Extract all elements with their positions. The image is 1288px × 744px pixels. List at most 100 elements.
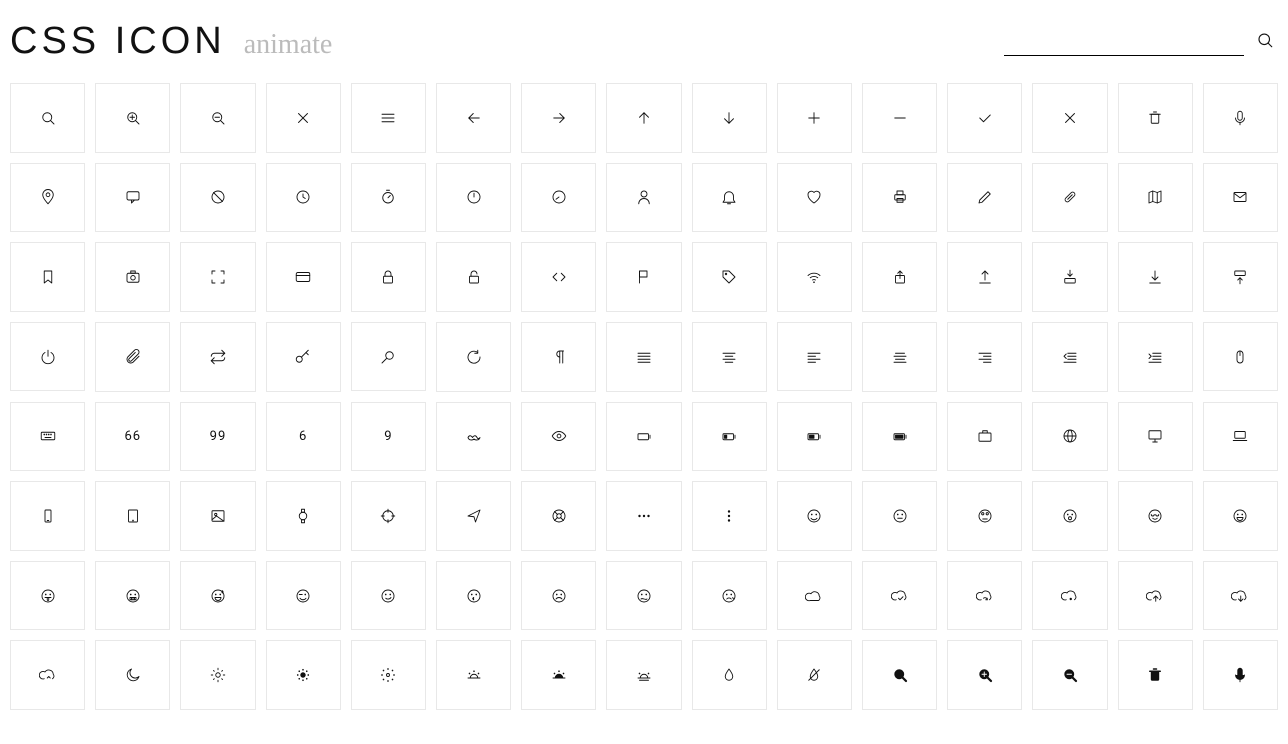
icon-cell-sun-icon[interactable] xyxy=(180,640,255,710)
icon-cell-battery-empty-icon[interactable] xyxy=(606,402,681,472)
icon-cell-power-icon[interactable] xyxy=(10,322,85,392)
icon-cell-navigation-icon[interactable] xyxy=(436,481,511,551)
icon-cell-zoom-out-filled-icon[interactable] xyxy=(1032,640,1107,710)
icon-cell-download-in-icon[interactable] xyxy=(1032,242,1107,312)
icon-cell-sun-dim-icon[interactable] xyxy=(266,640,341,710)
icon-cell-sun-bright-icon[interactable] xyxy=(351,640,426,710)
icon-cell-dashboard-icon[interactable] xyxy=(521,163,596,233)
icon-cell-mic-icon[interactable] xyxy=(1203,83,1278,153)
icon-cell-indent-right-icon[interactable] xyxy=(1118,322,1193,392)
icon-cell-zoom-in-icon[interactable] xyxy=(95,83,170,153)
icon-cell-mic-filled-icon[interactable] xyxy=(1203,640,1278,710)
icon-cell-trash-icon[interactable] xyxy=(1118,83,1193,153)
icon-cell-dots-horizontal-icon[interactable] xyxy=(606,481,681,551)
search-input[interactable] xyxy=(1004,27,1244,56)
icon-cell-monitor-icon[interactable] xyxy=(1118,402,1193,472)
icon-cell-grin-icon[interactable] xyxy=(1203,481,1278,551)
icon-cell-frown-icon[interactable] xyxy=(521,561,596,631)
icon-cell-bookmark-icon[interactable] xyxy=(10,242,85,312)
icon-cell-download-icon[interactable] xyxy=(1118,242,1193,312)
icon-cell-kiss-icon[interactable] xyxy=(436,561,511,631)
icon-cell-sad-icon[interactable] xyxy=(692,561,767,631)
search-button[interactable] xyxy=(1252,27,1278,56)
icon-cell-ninety-nine-icon[interactable]: 99 xyxy=(180,402,255,472)
icon-cell-tablet-icon[interactable] xyxy=(95,481,170,551)
icon-cell-minus-icon[interactable] xyxy=(862,83,937,153)
icon-cell-fullscreen-icon[interactable] xyxy=(180,242,255,312)
icon-cell-indent-left-icon[interactable] xyxy=(1032,322,1107,392)
icon-cell-printer-icon[interactable] xyxy=(862,163,937,233)
icon-cell-battery-half-icon[interactable] xyxy=(777,402,852,472)
icon-cell-briefcase-icon[interactable] xyxy=(947,402,1022,472)
icon-cell-align-center-alt-icon[interactable] xyxy=(862,322,937,392)
icon-cell-laptop-icon[interactable] xyxy=(1203,402,1278,472)
icon-cell-zoom-in-filled-icon[interactable] xyxy=(947,640,1022,710)
icon-cell-repeat-icon[interactable] xyxy=(180,322,255,392)
icon-cell-align-center-icon[interactable] xyxy=(692,322,767,392)
icon-cell-key-icon[interactable] xyxy=(266,322,341,392)
icon-cell-phone-icon[interactable] xyxy=(10,481,85,551)
icon-cell-no-droplet-icon[interactable] xyxy=(777,640,852,710)
icon-cell-refresh-icon[interactable] xyxy=(436,322,511,392)
icon-cell-bell-icon[interactable] xyxy=(692,163,767,233)
icon-cell-pencil-icon[interactable] xyxy=(947,163,1022,233)
icon-cell-tag-icon[interactable] xyxy=(692,242,767,312)
icon-cell-watch-icon[interactable] xyxy=(266,481,341,551)
icon-cell-keyboard-icon[interactable] xyxy=(10,402,85,472)
icon-cell-align-justify-icon[interactable] xyxy=(606,322,681,392)
icon-cell-six-icon[interactable]: 6 xyxy=(266,402,341,472)
icon-cell-zoom-out-icon[interactable] xyxy=(180,83,255,153)
icon-cell-timer-icon[interactable] xyxy=(436,163,511,233)
icon-cell-cloud-upload-icon[interactable] xyxy=(1118,561,1193,631)
icon-cell-user-icon[interactable] xyxy=(606,163,681,233)
icon-cell-unlock-icon[interactable] xyxy=(436,242,511,312)
icon-cell-upload-icon[interactable] xyxy=(947,242,1022,312)
icon-cell-battery-full-icon[interactable] xyxy=(862,402,937,472)
icon-cell-cloud-icon[interactable] xyxy=(777,561,852,631)
icon-cell-sunrise-icon[interactable] xyxy=(436,640,511,710)
icon-cell-trash-filled-icon[interactable] xyxy=(1118,640,1193,710)
icon-cell-arrow-right-icon[interactable] xyxy=(521,83,596,153)
icon-cell-cloud-up-icon[interactable] xyxy=(10,640,85,710)
icon-cell-share-icon[interactable] xyxy=(862,242,937,312)
icon-cell-search-filled-icon[interactable] xyxy=(862,640,937,710)
icon-cell-comment-icon[interactable] xyxy=(95,163,170,233)
icon-cell-surprised-icon[interactable] xyxy=(1032,481,1107,551)
icon-cell-align-right-icon[interactable] xyxy=(947,322,1022,392)
icon-cell-map-icon[interactable] xyxy=(1118,163,1193,233)
icon-cell-lifebuoy-icon[interactable] xyxy=(521,481,596,551)
icon-cell-magnifier-icon[interactable] xyxy=(351,322,426,392)
icon-cell-cloud-dot-icon[interactable] xyxy=(1032,561,1107,631)
icon-cell-confused-icon[interactable] xyxy=(606,561,681,631)
icon-cell-code-icon[interactable] xyxy=(521,242,596,312)
icon-cell-cloud-check-icon[interactable] xyxy=(862,561,937,631)
icon-cell-grimace-icon[interactable] xyxy=(95,561,170,631)
icon-cell-open-up-icon[interactable] xyxy=(1203,242,1278,312)
icon-cell-sixty-six-icon[interactable]: 66 xyxy=(95,402,170,472)
icon-cell-menu-icon[interactable] xyxy=(351,83,426,153)
icon-cell-mail-icon[interactable] xyxy=(1203,163,1278,233)
icon-cell-battery-low-icon[interactable] xyxy=(692,402,767,472)
icon-cell-wink-icon[interactable] xyxy=(266,561,341,631)
icon-cell-lock-icon[interactable] xyxy=(351,242,426,312)
icon-cell-stopwatch-icon[interactable] xyxy=(351,163,426,233)
icon-cell-rolling-eyes-icon[interactable] xyxy=(947,481,1022,551)
icon-cell-moon-icon[interactable] xyxy=(95,640,170,710)
icon-cell-smirk-icon[interactable] xyxy=(351,561,426,631)
icon-cell-close-icon[interactable] xyxy=(266,83,341,153)
icon-cell-search-icon[interactable] xyxy=(10,83,85,153)
icon-cell-nine-icon[interactable]: 9 xyxy=(351,402,426,472)
icon-cell-crosshair-icon[interactable] xyxy=(351,481,426,551)
icon-cell-plus-icon[interactable] xyxy=(777,83,852,153)
icon-cell-wifi-icon[interactable] xyxy=(777,242,852,312)
icon-cell-check-icon[interactable] xyxy=(947,83,1022,153)
icon-cell-cloud-sync-icon[interactable] xyxy=(947,561,1022,631)
icon-cell-x-icon[interactable] xyxy=(1032,83,1107,153)
icon-cell-globe-icon[interactable] xyxy=(1032,402,1107,472)
icon-cell-mouse-icon[interactable] xyxy=(1203,322,1278,392)
icon-cell-pill-icon[interactable] xyxy=(1032,163,1107,233)
icon-cell-heart-icon[interactable] xyxy=(777,163,852,233)
icon-cell-relieved-icon[interactable] xyxy=(1118,481,1193,551)
icon-cell-dots-vertical-icon[interactable] xyxy=(692,481,767,551)
icon-cell-credit-card-icon[interactable] xyxy=(266,242,341,312)
